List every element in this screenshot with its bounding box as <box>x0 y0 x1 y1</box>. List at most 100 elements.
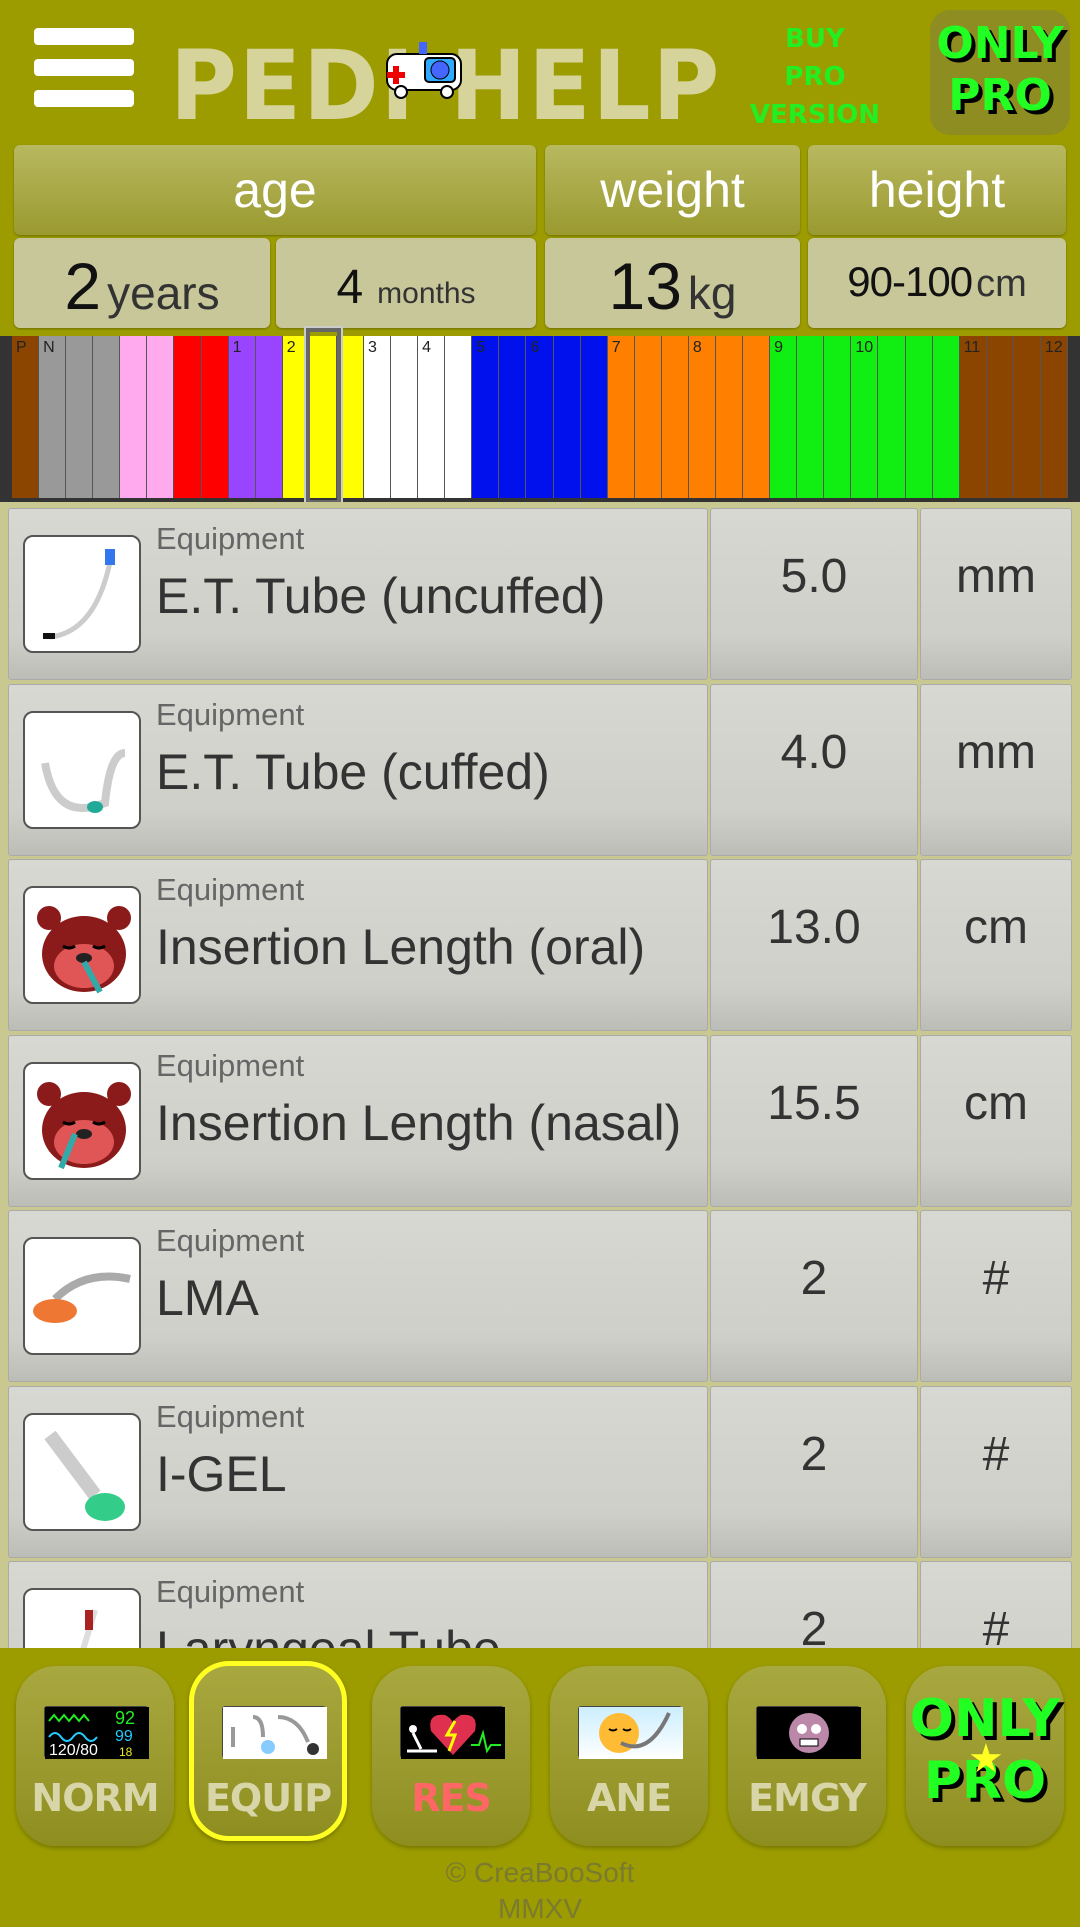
item-value-cell[interactable]: 15.5 <box>710 1034 918 1207</box>
list-item[interactable]: Equipment LMA 2 # <box>8 1210 1072 1382</box>
color-stripe[interactable] <box>986 336 1014 498</box>
item-category: Equipment <box>156 872 305 907</box>
color-stripe[interactable]: 9 <box>770 336 798 498</box>
list-item[interactable]: Equipment Insertion Length (nasal) 15.5 … <box>8 1034 1072 1207</box>
color-stripe[interactable] <box>201 336 229 498</box>
item-name-cell[interactable]: Equipment E.T. Tube (cuffed) <box>8 683 708 856</box>
item-category: Equipment <box>156 1047 305 1083</box>
color-stripe[interactable]: 3 <box>364 336 392 498</box>
item-value-cell[interactable]: 5.0 <box>710 508 918 680</box>
color-stripe[interactable] <box>445 336 473 498</box>
color-stripe[interactable] <box>66 336 94 498</box>
broselow-color-strip[interactable]: P N 1 2 3 4 5 6 7 8 9 10 11 12 <box>0 328 1080 504</box>
vital-monitor-icon: 92 99 120/80 18 <box>44 1706 149 1759</box>
item-name: Insertion Length (oral) <box>156 919 646 975</box>
list-item[interactable]: Equipment Laryngeal Tube 2 # <box>8 1561 1072 1648</box>
color-stripe[interactable]: 8 <box>688 336 716 498</box>
item-name-cell[interactable]: Equipment I-GEL <box>8 1385 708 1558</box>
igel-icon <box>23 1412 141 1531</box>
item-unit-cell[interactable]: cm <box>920 859 1072 1031</box>
item-category: Equipment <box>156 1574 305 1609</box>
list-item[interactable]: Equipment E.T. Tube (cuffed) 4.0 mm <box>8 683 1072 856</box>
selected-stripe-indicator[interactable] <box>305 328 341 504</box>
weight-field[interactable]: 13 kg <box>545 238 800 328</box>
nav-norm-button[interactable]: 92 99 120/80 18 NORM <box>16 1666 174 1846</box>
color-stripe[interactable]: 10 <box>851 336 879 498</box>
item-name-cell[interactable]: Equipment Insertion Length (oral) <box>8 859 708 1031</box>
item-value-cell[interactable]: 2 <box>710 1561 918 1648</box>
color-stripe[interactable] <box>797 336 825 498</box>
height-field[interactable]: 90-100 cm <box>808 238 1066 328</box>
color-stripe[interactable]: 5 <box>472 336 500 498</box>
list-item[interactable]: Equipment Insertion Length (oral) 13.0 c… <box>8 859 1072 1031</box>
nav-emgy-button[interactable]: EMGY <box>728 1666 886 1846</box>
only-pro-nav-button[interactable]: ONLY ★ PRO <box>906 1666 1064 1846</box>
color-stripe[interactable] <box>174 336 202 498</box>
footer: © CreaBooSoft MMXV <box>0 1855 1080 1927</box>
color-stripe[interactable] <box>824 336 852 498</box>
svg-text:18: 18 <box>119 1745 133 1759</box>
color-stripe[interactable] <box>255 336 283 498</box>
color-stripe[interactable] <box>634 336 662 498</box>
color-stripe[interactable] <box>878 336 906 498</box>
color-stripe[interactable] <box>120 336 148 498</box>
item-unit: cm <box>964 901 1028 954</box>
item-unit-cell[interactable]: # <box>920 1210 1072 1382</box>
age-months-field[interactable]: 4 months <box>276 238 536 328</box>
color-stripe[interactable]: 11 <box>959 336 987 498</box>
list-item[interactable]: Equipment E.T. Tube (uncuffed) 5.0 mm <box>8 508 1072 680</box>
item-value-cell[interactable]: 2 <box>710 1385 918 1558</box>
color-stripe[interactable] <box>1013 336 1041 498</box>
color-stripe[interactable] <box>391 336 419 498</box>
color-stripe[interactable] <box>716 336 744 498</box>
color-stripe[interactable] <box>580 336 608 498</box>
color-stripe[interactable] <box>499 336 527 498</box>
age-header: age <box>14 145 536 235</box>
item-name: I-GEL <box>156 1445 287 1502</box>
color-stripe[interactable]: 6 <box>526 336 554 498</box>
color-stripe[interactable] <box>336 336 364 498</box>
color-stripe[interactable]: 7 <box>607 336 635 498</box>
nav-res-button[interactable]: RES <box>372 1666 530 1846</box>
item-unit-cell[interactable]: # <box>920 1561 1072 1648</box>
hamburger-icon-bar <box>34 59 134 76</box>
nav-label: NORM <box>31 1776 159 1820</box>
color-stripe[interactable]: 4 <box>418 336 446 498</box>
item-name-cell[interactable]: Equipment Insertion Length (nasal) <box>8 1034 708 1207</box>
nav-ane-button[interactable]: ANE <box>550 1666 708 1846</box>
color-stripe[interactable] <box>93 336 121 498</box>
color-stripe[interactable]: 1 <box>228 336 256 498</box>
item-name-cell[interactable]: Equipment Laryngeal Tube <box>8 1561 708 1648</box>
color-stripe[interactable] <box>743 336 771 498</box>
age-years-field[interactable]: 2 years <box>14 238 270 328</box>
item-value: 2 <box>800 1427 828 1481</box>
nav-equip-button[interactable]: EQUIP <box>189 1661 347 1841</box>
color-stripe[interactable]: 12 <box>1040 336 1068 498</box>
item-unit: # <box>982 1252 1010 1305</box>
item-value-cell[interactable]: 13.0 <box>710 859 918 1031</box>
color-stripe[interactable]: N <box>39 336 67 498</box>
item-unit-cell[interactable]: mm <box>920 508 1072 680</box>
item-value-cell[interactable]: 4.0 <box>710 683 918 856</box>
item-category: Equipment <box>156 521 305 556</box>
item-unit-cell[interactable]: # <box>920 1385 1072 1558</box>
color-stripe[interactable] <box>147 336 175 498</box>
app-header: PEDI HELP BUY PRO VERSION ONLY PRO age w… <box>0 0 1080 336</box>
item-name-cell[interactable]: Equipment E.T. Tube (uncuffed) <box>8 508 708 680</box>
color-stripe[interactable]: P <box>12 336 40 498</box>
menu-button[interactable] <box>30 24 140 114</box>
item-name-cell[interactable]: Equipment LMA <box>8 1210 708 1382</box>
item-value: 2 <box>800 1603 828 1648</box>
color-stripe[interactable] <box>661 336 689 498</box>
item-value-cell[interactable]: 2 <box>710 1210 918 1382</box>
item-unit-cell[interactable]: mm <box>920 683 1072 856</box>
stripe-label: 11 <box>963 339 981 356</box>
list-item[interactable]: Equipment I-GEL 2 # <box>8 1385 1072 1558</box>
buy-pro-link[interactable]: BUY PRO VERSION <box>740 20 890 134</box>
color-stripe[interactable] <box>932 336 960 498</box>
weight-header: weight <box>545 145 800 235</box>
item-unit-cell[interactable]: cm <box>920 1034 1072 1207</box>
color-stripe[interactable] <box>553 336 581 498</box>
color-stripe[interactable] <box>905 336 933 498</box>
only-pro-button[interactable]: ONLY PRO <box>930 10 1070 135</box>
